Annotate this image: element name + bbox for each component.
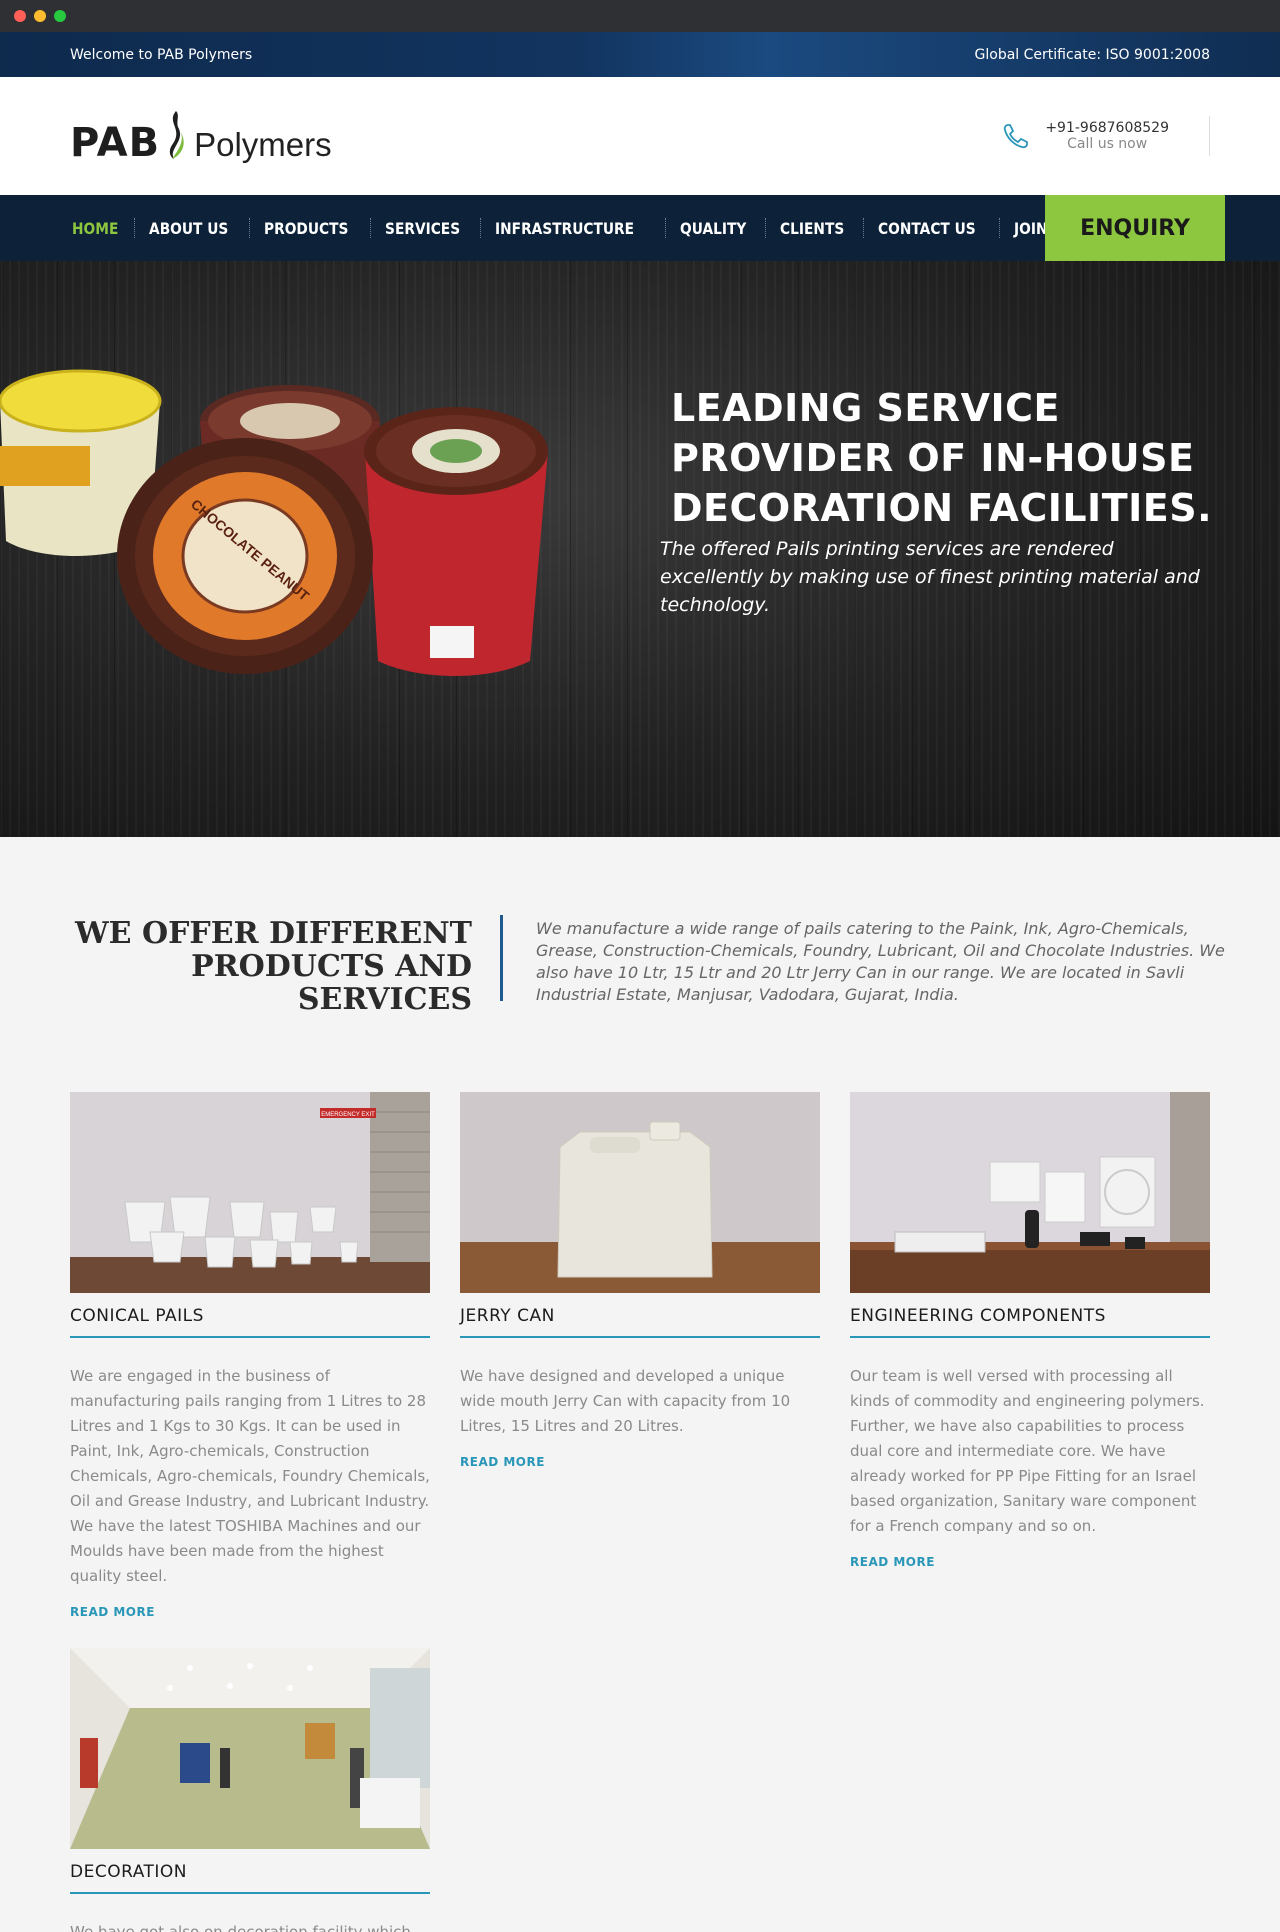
read-more-link[interactable]: READ MORE [460, 1455, 545, 1469]
products-grid: EMERGENCY EXIT CONICAL PAILS We are enga… [0, 1092, 1280, 1932]
product-image-engineering-components[interactable] [850, 1092, 1210, 1293]
header-divider [1209, 116, 1210, 156]
nav-item-about-us[interactable]: ABOUT US [137, 219, 240, 238]
intro-text: We manufacture a wide range of pails cat… [536, 919, 1225, 1004]
top-bar: Welcome to PAB Polymers Global Certifica… [0, 32, 1280, 77]
nav-item-products[interactable]: PRODUCTS [252, 219, 360, 238]
nav-item-services[interactable]: SERVICES [373, 219, 472, 238]
product-title[interactable]: ENGINEERING COMPONENTS [850, 1306, 1210, 1338]
logo-pab-text: PAB [70, 120, 161, 166]
nav-separator [133, 218, 135, 238]
phone-number[interactable]: +91-9687608529 [1045, 120, 1169, 136]
logo-polymers-text: Polymers [194, 126, 332, 163]
product-card-decoration: DECORATION We have got also on decoratio… [70, 1648, 430, 1932]
nav-item-home[interactable]: HOME [60, 219, 130, 238]
product-card-jerry-can: JERRY CAN We have designed and developed… [460, 1092, 820, 1470]
nav-separator [665, 218, 667, 238]
emergency-exit-sign: EMERGENCY EXIT [321, 1112, 375, 1118]
product-image-decoration[interactable] [70, 1648, 430, 1849]
welcome-text: Welcome to PAB Polymers [70, 46, 253, 63]
intro-section: WE OFFER DIFFERENT PRODUCTS AND SERVICES… [0, 837, 1280, 1092]
product-card-conical-pails: EMERGENCY EXIT CONICAL PAILS We are enga… [70, 1092, 430, 1620]
hero-tubs-image: CHOCOLATE PEANUT [0, 369, 548, 676]
nav-items: HOME ABOUT US PRODUCTS SERVICES INFRASTR… [0, 195, 1089, 261]
read-more-link[interactable]: READ MORE [850, 1555, 935, 1569]
main-nav: HOME ABOUT US PRODUCTS SERVICES INFRASTR… [0, 195, 1280, 261]
nav-separator [249, 218, 251, 238]
flame-leaf-icon [169, 111, 184, 159]
product-image-jerry-can[interactable] [460, 1092, 820, 1293]
read-more-link[interactable]: READ MORE [70, 1605, 155, 1619]
nav-item-infrastructure[interactable]: INFRASTRUCTURE [483, 219, 646, 238]
enquiry-button[interactable]: ENQUIRY [1045, 195, 1225, 261]
intro-title: WE OFFER DIFFERENT PRODUCTS AND SERVICES [74, 916, 472, 1017]
maximize-window-button[interactable] [54, 10, 66, 22]
hero-subtitle: The offered Pails printing services are … [660, 538, 1200, 616]
nav-separator [862, 218, 864, 238]
nav-separator [370, 218, 372, 238]
site-header: PAB Polymers +91-9687608529 Call us now [0, 77, 1280, 195]
minimize-window-button[interactable] [34, 10, 46, 22]
intro-divider [500, 915, 503, 1001]
window-chrome [0, 0, 1280, 32]
product-card-engineering-components: ENGINEERING COMPONENTS Our team is well … [850, 1092, 1210, 1570]
nav-separator [999, 218, 1001, 238]
close-window-button[interactable] [14, 10, 26, 22]
product-title[interactable]: DECORATION [70, 1862, 430, 1894]
call-us-label: Call us now [1067, 136, 1148, 152]
product-image-conical-pails[interactable]: EMERGENCY EXIT [70, 1092, 430, 1293]
nav-separator [765, 218, 767, 238]
certificate-text: Global Certificate: ISO 9001:2008 [974, 46, 1210, 63]
contact-block: +91-9687608529 Call us now [1001, 116, 1210, 156]
contact-text: +91-9687608529 Call us now [1045, 120, 1169, 152]
nav-item-contact-us[interactable]: CONTACT US [866, 219, 988, 238]
product-description: We are engaged in the business of manufa… [70, 1367, 430, 1585]
product-title[interactable]: JERRY CAN [460, 1306, 820, 1338]
nav-item-clients[interactable]: CLIENTS [768, 219, 856, 238]
hero-banner: CHOCOLATE PEANUT LEADING SERVICE PROVIDE… [0, 261, 1280, 837]
product-title[interactable]: CONICAL PAILS [70, 1306, 430, 1338]
product-description: We have designed and developed a unique … [460, 1367, 791, 1435]
product-description: Our team is well versed with processing … [850, 1367, 1205, 1535]
site-logo[interactable]: PAB Polymers [70, 109, 332, 163]
nav-separator [480, 218, 482, 238]
product-description: We have got also on decoration facility … [70, 1923, 411, 1932]
hero-title: LEADING SERVICE PROVIDER OF IN-HOUSE DEC… [671, 386, 1213, 530]
nav-item-quality[interactable]: QUALITY [668, 219, 758, 238]
phone-icon [1004, 124, 1029, 149]
